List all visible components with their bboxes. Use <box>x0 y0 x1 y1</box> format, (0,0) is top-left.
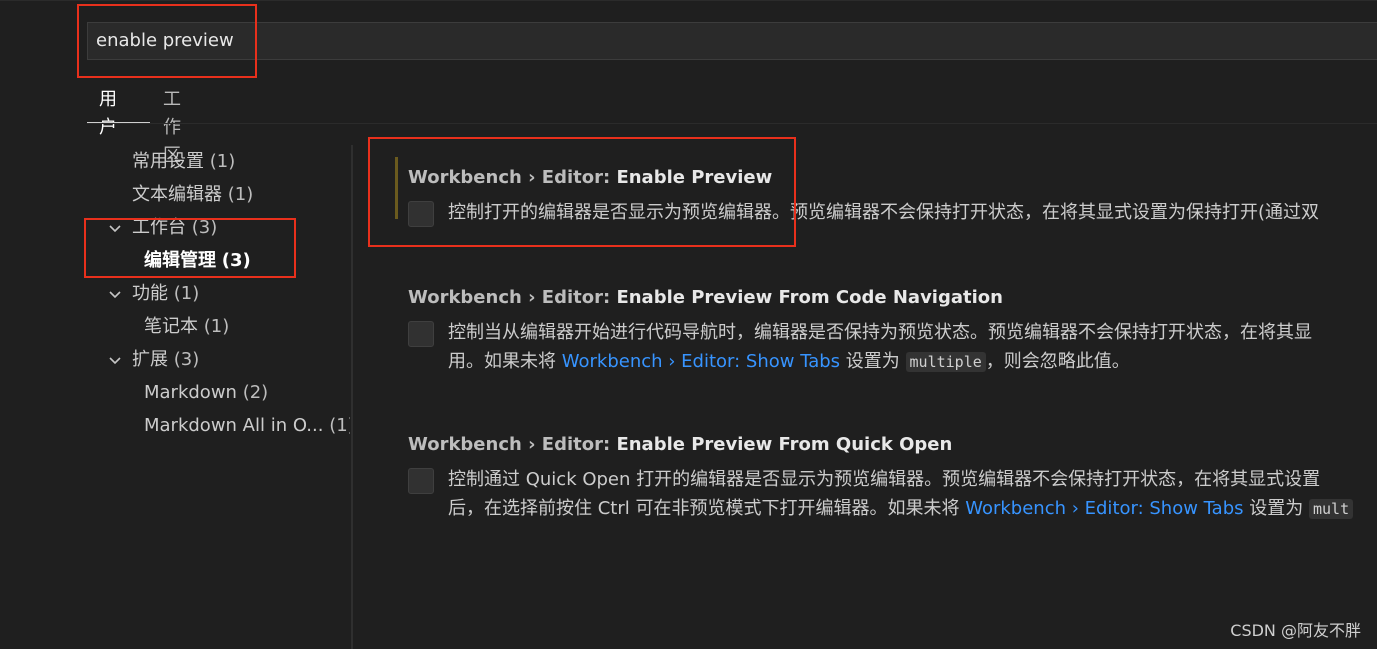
chevron-down-icon[interactable] <box>106 213 124 243</box>
description-text: 后，在选择前按住 Ctrl 可在非预览模式下打开编辑器。如果未将 <box>448 498 966 519</box>
setting-name: Enable Preview <box>616 167 773 188</box>
setting-checkbox[interactable] <box>408 468 434 494</box>
toc-item-workbench[interactable]: 工作台 (3) <box>106 213 217 243</box>
description-text: 设置为 <box>1243 498 1309 519</box>
setting-category: Workbench › Editor: <box>408 167 617 188</box>
show-tabs-link[interactable]: Workbench › Editor: Show Tabs <box>965 498 1243 519</box>
setting-category: Workbench › Editor: <box>408 287 617 308</box>
split-sash[interactable] <box>351 145 353 649</box>
setting-name: Enable Preview From Code Navigation <box>616 287 1003 308</box>
toc-item-markdown[interactable]: Markdown (2) <box>144 378 268 408</box>
description-line: 后，在选择前按住 Ctrl 可在非预览模式下打开编辑器。如果未将 Workben… <box>448 494 1377 524</box>
setting-description: 控制当从编辑器开始进行代码导航时，编辑器是否保持为预览状态。预览编辑器不会保持打… <box>448 318 1377 377</box>
description-text: 用。如果未将 <box>448 351 562 372</box>
modified-indicator <box>395 157 398 219</box>
description-line: 控制当从编辑器开始进行代码导航时，编辑器是否保持为预览状态。预览编辑器不会保持打… <box>448 322 1312 343</box>
toc-item-count: (2) <box>242 382 269 403</box>
watermark: CSDN @阿友不胖 <box>1230 621 1361 640</box>
toc-item-label: 编辑管理 <box>144 250 216 271</box>
toc-item-features[interactable]: 功能 (1) <box>106 279 199 309</box>
toc-item-notebook[interactable]: 笔记本 (1) <box>144 312 229 342</box>
toc-item-text-editor[interactable]: 文本编辑器 (1) <box>132 180 253 210</box>
description-line: 用。如果未将 Workbench › Editor: Show Tabs 设置为… <box>448 347 1377 377</box>
toc-item-editor-management[interactable]: 编辑管理 (3) <box>144 246 251 276</box>
toc-item-count: (1) <box>203 316 230 337</box>
annotation-box-setting <box>368 137 796 247</box>
tab-workspace[interactable]: 工作区 <box>163 86 181 166</box>
setting-name: Enable Preview From Quick Open <box>616 434 953 455</box>
description-text: ，则会忽略此值。 <box>985 351 1130 372</box>
setting-description: 控制通过 Quick Open 打开的编辑器是否显示为预览编辑器。预览编辑器不会… <box>448 465 1377 524</box>
setting-description: 控制打开的编辑器是否显示为预览编辑器。预览编辑器不会保持打开状态，在将其显式设置… <box>448 198 1377 227</box>
description-text: 设置为 <box>840 351 906 372</box>
toc-item-markdown-all-in-one[interactable]: Markdown All in O... (1) <box>144 411 350 441</box>
toc-item-label: 工作台 <box>132 217 186 238</box>
settings-toc: 常用设置 (1) 文本编辑器 (1) 工作台 (3) 编辑管理 (3) 功能 (… <box>0 145 352 649</box>
toc-item-label: Markdown <box>144 382 237 403</box>
settings-editor: 用户 工作区 常用设置 (1) 文本编辑器 (1) 工作台 (3) 编辑管理 (… <box>0 0 1377 649</box>
setting-category: Workbench › Editor: <box>408 434 617 455</box>
tabs-divider <box>87 123 1377 124</box>
setting-title: Workbench › Editor: Enable Preview From … <box>408 285 1003 311</box>
setting-checkbox[interactable] <box>408 201 434 227</box>
search-input[interactable] <box>96 23 596 59</box>
description-line: 控制打开的编辑器是否显示为预览编辑器。预览编辑器不会保持打开状态，在将其显式设置… <box>448 202 1320 223</box>
setting-value-code: mult <box>1308 499 1354 519</box>
toc-item-label: 常用设置 <box>132 151 204 172</box>
toc-item-count: (3) <box>173 349 200 370</box>
toc-item-count: (3) <box>221 250 251 271</box>
toc-item-extensions[interactable]: 扩展 (3) <box>106 345 199 375</box>
setting-title: Workbench › Editor: Enable Preview From … <box>408 432 952 458</box>
setting-checkbox[interactable] <box>408 321 434 347</box>
tab-user[interactable]: 用户 <box>99 86 117 138</box>
toc-item-label: 功能 <box>132 283 168 304</box>
toc-item-common[interactable]: 常用设置 (1) <box>132 147 235 177</box>
toc-item-count: (1) <box>173 283 200 304</box>
description-line: 控制通过 Quick Open 打开的编辑器是否显示为预览编辑器。预览编辑器不会… <box>448 469 1321 490</box>
toc-item-label: 笔记本 <box>144 316 198 337</box>
toc-item-count: (3) <box>191 217 218 238</box>
top-divider <box>0 0 1377 1</box>
chevron-down-icon[interactable] <box>106 345 124 375</box>
toc-item-count: (1) <box>329 415 350 436</box>
chevron-down-icon[interactable] <box>106 279 124 309</box>
toc-item-label: 扩展 <box>132 349 168 370</box>
toc-item-label: 文本编辑器 <box>132 184 222 205</box>
toc-item-count: (1) <box>227 184 254 205</box>
setting-value-code: multiple <box>905 352 986 372</box>
toc-item-label: Markdown All in O... <box>144 415 324 436</box>
show-tabs-link[interactable]: Workbench › Editor: Show Tabs <box>562 351 840 372</box>
toc-item-count: (1) <box>209 151 236 172</box>
search-box[interactable] <box>87 22 1377 60</box>
setting-title: Workbench › Editor: Enable Preview <box>408 165 772 191</box>
